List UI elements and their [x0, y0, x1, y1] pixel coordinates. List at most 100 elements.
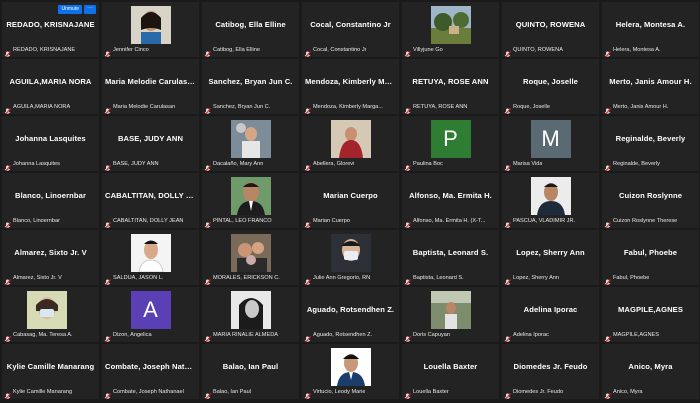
unmute-button[interactable]: Unmute [58, 5, 82, 14]
participant-tile[interactable]: Balao, Ian Paul Balao, Ian Paul [202, 344, 299, 399]
participant-tile[interactable]: Julie Ann Gregorio, RN [302, 230, 399, 285]
participant-video [230, 291, 271, 329]
participant-tile[interactable]: RETUYA, ROSE ANN RETUYA, ROSE ANN [402, 59, 499, 114]
participant-name-label: Abellera, Glorevi [313, 160, 355, 167]
more-options-button[interactable]: ··· [84, 5, 96, 14]
participant-tile[interactable]: Johanna Lasquites Johanna Lasquites [2, 116, 99, 171]
participant-tile[interactable]: Jennifer Cinco [102, 2, 199, 57]
participant-tile[interactable]: Mendoza, Kimberly Margarette Mendoza, Kim… [302, 59, 399, 114]
participant-tile[interactable]: Abellera, Glorevi [302, 116, 399, 171]
participant-tile[interactable]: Virtucio, Leody Marie [302, 344, 399, 399]
name-bar: Anico, Myra [604, 387, 697, 399]
participant-tile[interactable]: Sanchez, Bryan Jun C. Sanchez, Bryan Jun … [202, 59, 299, 114]
participant-name-label: MORALES, ERICKSON C. [213, 274, 280, 281]
participant-tile[interactable]: Baptista, Leonard S. Baptista, Leonard S. [402, 230, 499, 285]
participant-name-label: Jennifer Cinco [113, 46, 149, 53]
participant-tile[interactable]: Cocal, Constantino Jr Cocal, Constantino … [302, 2, 399, 57]
participant-tile[interactable]: Almarez, Sixto Jr. V Almarez, Sixto Jr. V [2, 230, 99, 285]
participant-tile[interactable]: AGUILA,MARIA NORA AGUILA,MARIA NORA [2, 59, 99, 114]
participant-name-label: RETUYA, ROSE ANN [413, 103, 468, 110]
participant-tile[interactable]: Catibog, Ella Elline Catibog, Ella Elline [202, 2, 299, 57]
participant-display-name: Anico, Myra [628, 362, 673, 371]
name-bar: Adelina Iporac [504, 330, 597, 342]
participant-tile[interactable]: Adelina Iporac Adelina Iporac [502, 287, 599, 342]
participant-tile[interactable]: MAGPILE,AGNES MAGPILE,AGNES [602, 287, 699, 342]
participant-name-label: Anico, Myra [613, 388, 643, 395]
participant-tile[interactable]: Maria Melodie Carulasan Maria Melodie Car… [102, 59, 199, 114]
name-bar: CABALTITAN, DOLLY JEAN [104, 216, 197, 228]
participant-tile[interactable]: Roque, Joselle Roque, Joselle [502, 59, 599, 114]
participant-tile[interactable]: QUINTO, ROWENA QUINTO, ROWENA [502, 2, 599, 57]
participant-tile[interactable]: MORALES, ERICKSON C. [202, 230, 299, 285]
participant-video [530, 177, 571, 215]
name-bar: Julie Ann Gregorio, RN [304, 273, 397, 285]
participant-tile[interactable]: Aguado, Rotsendhen Z. Aguado, Rotsendhen … [302, 287, 399, 342]
participant-tile[interactable]: Cuizon Roslynne Cuizon Roslynne Therese [602, 173, 699, 228]
participant-tile[interactable]: Reginalde, Beverly Reginalde, Beverly [602, 116, 699, 171]
muted-mic-icon [404, 46, 411, 57]
participant-tile[interactable]: A Dizon, Angelica [102, 287, 199, 342]
name-bar: Diomedes Jr. Feudo [504, 387, 597, 399]
participant-tile[interactable]: Lopez, Sherry Ann Lopez, Sherry Ann [502, 230, 599, 285]
participant-name-label: Mendoza, Kimberly Marga... [313, 103, 383, 110]
muted-mic-icon [504, 103, 511, 114]
participant-tile[interactable]: Anico, Myra Anico, Myra [602, 344, 699, 399]
participant-name-label: AGUILA,MARIA NORA [13, 103, 71, 110]
muted-mic-icon [304, 46, 311, 57]
participant-tile[interactable]: Fabul, Phoebe Fabul, Phoebe [602, 230, 699, 285]
name-bar: Cabasag, Ma. Teresa A. [4, 330, 97, 342]
participant-tile[interactable]: M Marisa Vida [502, 116, 599, 171]
participant-name-label: CABALTITAN, DOLLY JEAN [113, 217, 184, 224]
muted-mic-icon [104, 331, 111, 342]
name-bar: MAGPILE,AGNES [604, 330, 697, 342]
participant-name-label: Doris Capuyan [413, 331, 450, 338]
participant-tile[interactable]: CABALTITAN, DOLLY JEAN CABALTITAN, DOLLY … [102, 173, 199, 228]
participant-tile[interactable]: Combate, Joseph Nathanael Combate, Joseph… [102, 344, 199, 399]
participant-tile[interactable]: Kylie Camille Manarang Kylie Camille Mana… [2, 344, 99, 399]
participant-tile[interactable]: SALDUA, JASON L. [102, 230, 199, 285]
muted-mic-icon [104, 46, 111, 57]
muted-mic-icon [4, 217, 11, 228]
participant-name-label: Marian Cuerpo [313, 217, 350, 224]
participant-tile[interactable]: Diomedes Jr. Feudo Diomedes Jr. Feudo [502, 344, 599, 399]
name-bar: Johanna Lasquites [4, 159, 97, 171]
participant-tile[interactable]: Cabasag, Ma. Teresa A. [2, 287, 99, 342]
participant-video [26, 291, 75, 329]
participant-name-label: Julie Ann Gregorio, RN [313, 274, 371, 281]
participant-display-name: Aguado, Rotsendhen Z. [306, 305, 395, 314]
name-bar: REDADO, KRISNAJANE [4, 45, 97, 57]
name-bar: Villyjune Go [404, 45, 497, 57]
participant-display-name: Lopez, Sherry Ann [516, 248, 585, 257]
participant-name-label: Diomedes Jr. Feudo [513, 388, 564, 395]
participant-tile[interactable]: P Paulina Boc [402, 116, 499, 171]
participant-tile[interactable]: Villyjune Go [402, 2, 499, 57]
gallery-grid: REDADO, KRISNAJANE Unmute ··· REDADO, KRISN… [2, 2, 699, 401]
muted-mic-icon [604, 160, 611, 171]
participant-display-name: Blanco, Linoernbar [15, 191, 86, 200]
participant-display-name: Adelina Iporac [523, 305, 578, 314]
participant-tile[interactable]: Louella Baxter Louella Baxter [402, 344, 499, 399]
name-bar: Jennifer Cinco [104, 45, 197, 57]
participant-tile[interactable]: Doris Capuyan [402, 287, 499, 342]
participant-tile[interactable]: Dacalaño, Mary Ann [202, 116, 299, 171]
participant-video [130, 234, 171, 272]
participant-tile[interactable]: PINTAL, LEO FRANCO [202, 173, 299, 228]
participant-tile[interactable]: BASE, JUDY ANN BASE, JUDY ANN [102, 116, 199, 171]
participant-tile[interactable]: Marian Cuerpo Marian Cuerpo [302, 173, 399, 228]
participant-tile[interactable]: Merto, Janis Amour H. Merto, Janis Amour … [602, 59, 699, 114]
participant-tile[interactable]: Alfonso, Ma. Ermita H. Alfonso, Ma. Ermit… [402, 173, 499, 228]
muted-mic-icon [404, 160, 411, 171]
name-bar: Lopez, Sherry Ann [504, 273, 597, 285]
participant-display-name: BASE, JUDY ANN [117, 134, 184, 143]
name-bar: Louella Baxter [404, 387, 497, 399]
participant-display-name: QUINTO, ROWENA [515, 20, 586, 29]
participant-display-name: Reginalde, Beverly [615, 134, 686, 143]
participant-tile[interactable]: Blanco, Linoernbar Blanco, Linoernbar [2, 173, 99, 228]
participant-name-label: Johanna Lasquites [13, 160, 60, 167]
participant-tile[interactable]: MARIA RINALIE ALMEDA [202, 287, 299, 342]
participant-tile[interactable]: PASCUA, VLADIMIR JR. [502, 173, 599, 228]
participant-tile[interactable]: REDADO, KRISNAJANE Unmute ··· REDADO, KRISN… [2, 2, 99, 57]
name-bar: Blanco, Linoernbar [4, 216, 97, 228]
participant-tile[interactable]: Helera, Montesa A. Helera, Montesa A. [602, 2, 699, 57]
name-bar: Fabul, Phoebe [604, 273, 697, 285]
